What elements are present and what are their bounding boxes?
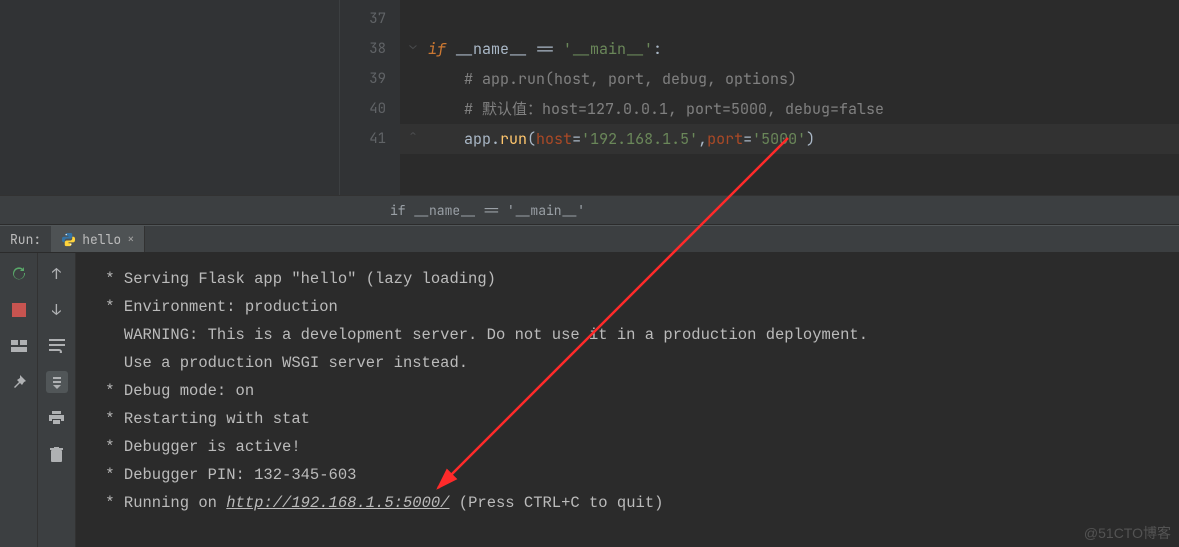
watermark: @51CTO博客 xyxy=(1084,523,1171,543)
console-line: * Running on http://192.168.1.5:5000/ (P… xyxy=(96,489,1179,517)
breadcrumb-item[interactable]: if __name__ == '__main__' xyxy=(390,202,585,219)
fold-indicator[interactable]: ⌄ xyxy=(406,30,420,60)
fold-indicator[interactable] xyxy=(406,90,420,120)
close-tab-icon[interactable]: × xyxy=(127,231,134,247)
run-tab-hello[interactable]: hello × xyxy=(51,226,145,252)
rerun-button[interactable] xyxy=(8,263,30,285)
line-number: 39 xyxy=(340,64,400,94)
run-toolwindow-header: Run: hello × xyxy=(0,225,1179,253)
python-file-icon xyxy=(61,232,76,247)
line-number xyxy=(340,154,400,184)
console-line: * Restarting with stat xyxy=(96,405,1179,433)
line-number-gutter: 3738▶394041 xyxy=(340,0,400,195)
line-number: 41 xyxy=(340,124,400,154)
console-line: * Environment: production xyxy=(96,293,1179,321)
console-line: * Serving Flask app "hello" (lazy loadin… xyxy=(96,265,1179,293)
stop-button[interactable] xyxy=(8,299,30,321)
print-button[interactable] xyxy=(46,407,68,429)
editor-left-margin xyxy=(0,0,340,195)
run-toolbar-left xyxy=(0,253,38,547)
code-line[interactable] xyxy=(400,154,1179,184)
layout-button[interactable] xyxy=(8,335,30,357)
console-line: * Debugger PIN: 132-345-603 xyxy=(96,461,1179,489)
run-tab-label: hello xyxy=(82,231,121,248)
code-line[interactable]: if __name__ == '__main__': xyxy=(400,34,1179,64)
code-line[interactable] xyxy=(400,4,1179,34)
up-button[interactable]: ↑ xyxy=(46,263,68,285)
console-line: WARNING: This is a development server. D… xyxy=(96,321,1179,349)
fold-indicator[interactable] xyxy=(406,0,420,30)
console-output[interactable]: * Serving Flask app "hello" (lazy loadin… xyxy=(76,253,1179,547)
code-editor[interactable]: 3738▶394041 ⌄⌃ if __name__ == '__main__'… xyxy=(0,0,1179,195)
down-button[interactable]: ↓ xyxy=(46,299,68,321)
line-number: 37 xyxy=(340,4,400,34)
delete-button[interactable] xyxy=(46,443,68,465)
breadcrumb-bar[interactable]: if __name__ == '__main__' xyxy=(0,195,1179,225)
scroll-to-end-button[interactable] xyxy=(46,371,68,393)
line-number: 38▶ xyxy=(340,34,400,64)
code-line[interactable]: # app.run(host, port, debug, options) xyxy=(400,64,1179,94)
fold-indicator[interactable]: ⌃ xyxy=(406,120,420,150)
line-number: 40 xyxy=(340,94,400,124)
console-line: * Debug mode: on xyxy=(96,377,1179,405)
pin-button[interactable] xyxy=(8,371,30,393)
code-line[interactable]: app.run(host='192.168.1.5',port='5000') xyxy=(400,124,1179,154)
code-area[interactable]: ⌄⌃ if __name__ == '__main__': # app.run(… xyxy=(400,0,1179,195)
fold-indicator[interactable] xyxy=(406,150,420,180)
console-line: * Debugger is active! xyxy=(96,433,1179,461)
run-toolbar-right: ↑ ↓ xyxy=(38,253,76,547)
fold-strip: ⌄⌃ xyxy=(406,0,420,195)
soft-wrap-button[interactable] xyxy=(46,335,68,357)
run-toolwindow: ↑ ↓ * Serving Flask app "hello" (lazy lo… xyxy=(0,253,1179,547)
code-line[interactable]: # 默认值：host=127.0.0.1, port=5000, debug=f… xyxy=(400,94,1179,124)
run-label: Run: xyxy=(0,231,51,248)
console-line: Use a production WSGI server instead. xyxy=(96,349,1179,377)
fold-indicator[interactable] xyxy=(406,60,420,90)
